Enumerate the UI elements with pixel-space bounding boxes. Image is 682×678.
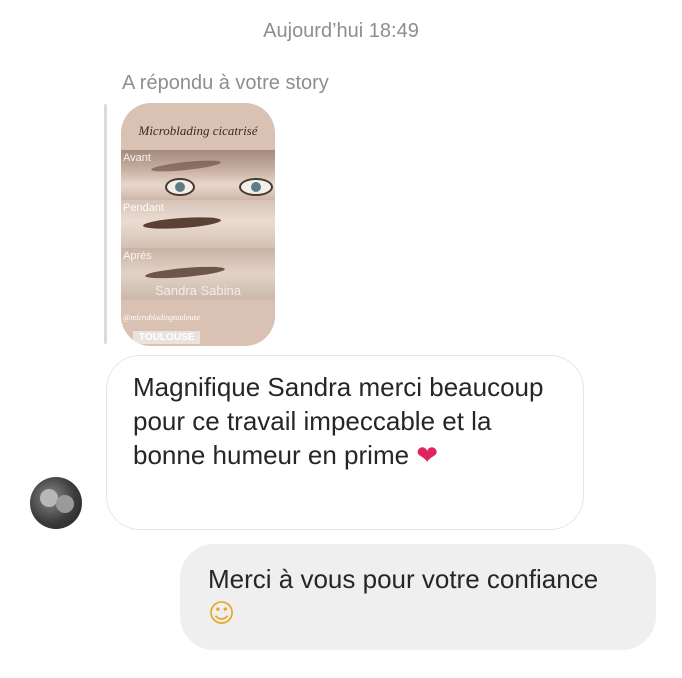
story-watermark: Sandra Sabina bbox=[154, 283, 241, 298]
incoming-message-bubble[interactable]: Magnifique Sandra merci beaucoup pour ce… bbox=[106, 355, 584, 530]
avatar-face-shape bbox=[56, 495, 74, 513]
outgoing-message-bubble[interactable]: Merci à vous pour votre confiance ☺ bbox=[180, 544, 656, 650]
eyebrow-shape bbox=[144, 264, 226, 281]
sender-avatar[interactable] bbox=[30, 477, 82, 529]
incoming-message-text: Magnifique Sandra merci beaucoup pour ce… bbox=[133, 372, 544, 470]
eye-shape bbox=[239, 178, 273, 196]
story-after-label: Après bbox=[123, 250, 152, 262]
smiling-face-icon: ☺ bbox=[208, 599, 236, 629]
eye-shape bbox=[165, 178, 195, 196]
message-timestamp: Aujourd’hui 18:49 bbox=[263, 20, 419, 42]
story-during-panel: Pendant bbox=[121, 200, 275, 248]
chat-thread: Aujourd’hui 18:49 A répondu à votre stor… bbox=[0, 0, 682, 678]
story-title: Microblading cicatrisé bbox=[138, 123, 258, 138]
eyebrow-shape bbox=[150, 158, 222, 174]
story-reply-label: A répondu à votre story bbox=[122, 72, 329, 94]
outgoing-message-text: Merci à vous pour votre confiance bbox=[208, 564, 599, 594]
story-thumbnail[interactable]: Microblading cicatrisé Avant Pendant Apr… bbox=[121, 103, 275, 346]
story-city-tag: TOULOUSE bbox=[133, 331, 201, 344]
story-before-label: Avant bbox=[123, 152, 151, 164]
red-heart-icon: ❤ bbox=[416, 441, 439, 471]
story-handle: @microbladingtoulouse bbox=[123, 313, 201, 322]
reply-indicator-line bbox=[104, 104, 107, 344]
eyebrow-shape bbox=[142, 215, 222, 231]
story-during-label: Pendant bbox=[123, 202, 164, 214]
story-before-panel: Avant bbox=[121, 150, 275, 200]
